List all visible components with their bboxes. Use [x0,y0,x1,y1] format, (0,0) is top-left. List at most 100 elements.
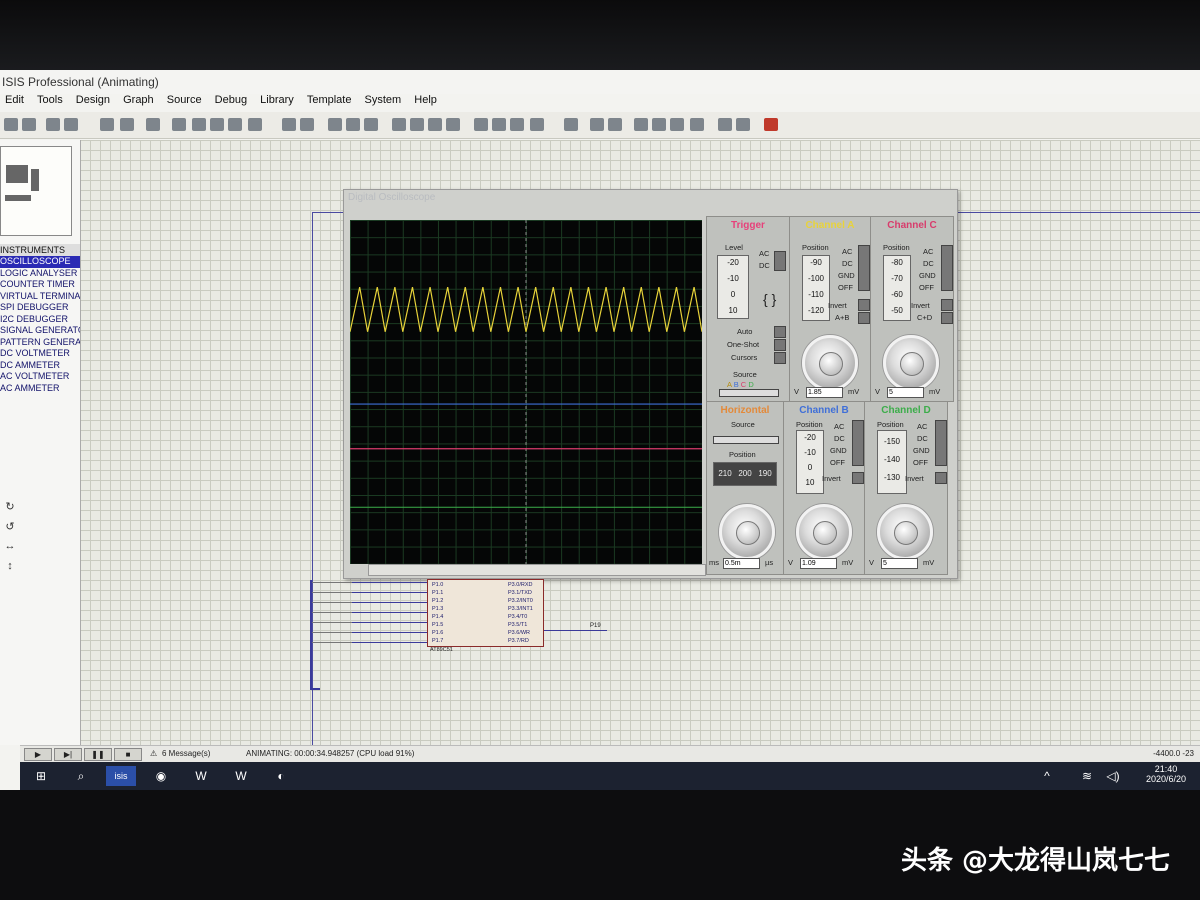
toolbar-tool-icon[interactable] [590,118,604,131]
instrument-item[interactable]: OSCILLOSCOPE [0,256,80,268]
rotate-ccw-icon[interactable]: ↺ [0,520,20,540]
toolbar-tool-icon[interactable] [346,118,360,131]
menu-source[interactable]: Source [162,92,207,108]
pause-button[interactable]: ❚❚ [84,748,112,761]
system-clock[interactable]: 21:40 2020/6/20 [1136,764,1196,784]
menu-library[interactable]: Library [255,92,299,108]
channel-b-position-scale[interactable]: -20 -10 0 10 [796,430,824,494]
channel-a-coupling-switch[interactable] [858,245,870,291]
wps-icon[interactable]: W [186,766,216,786]
mcu-chip[interactable]: P1.0 P1.1 P1.2 P1.3 P1.4 P1.5 P1.6 P1.7 … [427,579,544,647]
source-a[interactable]: A [727,380,732,389]
toolbar-tool-icon[interactable] [670,118,684,131]
channel-c-coupling-switch[interactable] [941,245,953,291]
trigger-coupling-switch[interactable] [774,251,786,271]
media-icon[interactable]: ◐ [266,766,296,786]
instrument-item[interactable]: I2C DEBUGGER [0,314,80,326]
instrument-item[interactable]: DC AMMETER [0,360,80,372]
channel-c-invert-toggle[interactable] [941,299,953,311]
isis-taskbar-icon[interactable]: isis [106,766,136,786]
channel-a-readout[interactable]: 1.85 [806,387,843,398]
toolbar-tool-icon[interactable] [608,118,622,131]
toolbar-tool-icon[interactable] [4,118,18,131]
toolbar-tool-icon[interactable] [492,118,506,131]
trigger-level-scale[interactable]: -20 -10 0 10 [717,255,749,319]
instrument-item[interactable]: VIRTUAL TERMINAL [0,291,80,303]
toolbar-tool-icon[interactable] [428,118,442,131]
menu-help[interactable]: Help [409,92,442,108]
toolbar-tool-icon[interactable] [652,118,666,131]
menu-debug[interactable]: Debug [210,92,252,108]
channel-a-combine-toggle[interactable] [858,312,870,324]
menu-template[interactable]: Template [302,92,357,108]
switch-row[interactable] [312,602,352,603]
toolbar-tool-icon[interactable] [446,118,460,131]
source-d[interactable]: D [748,380,753,389]
switch-row[interactable] [312,642,352,643]
toolbar-tool-icon[interactable] [634,118,648,131]
instrument-item[interactable]: AC VOLTMETER [0,371,80,383]
toolbar-tool-icon[interactable] [210,118,224,131]
toolbar-tool-icon[interactable] [564,118,578,131]
channel-a-invert-toggle[interactable] [858,299,870,311]
oscilloscope-window[interactable]: Digital Oscilloscope Trigger Level -20 -… [343,189,958,579]
channel-a-volts-knob[interactable] [802,335,858,391]
instrument-item[interactable]: LOGIC ANALYSER [0,268,80,280]
volume-icon[interactable]: ◁) [1098,766,1128,786]
channel-b-invert-toggle[interactable] [852,472,864,484]
rotate-cw-icon[interactable]: ↻ [0,500,20,520]
toolbar-tool-icon[interactable] [146,118,160,131]
instrument-item[interactable]: SPI DEBUGGER [0,302,80,314]
source-b[interactable]: B [734,380,739,389]
toolbar-tool-icon[interactable] [64,118,78,131]
toolbar-tool-icon[interactable] [192,118,206,131]
menu-system[interactable]: System [360,92,407,108]
windows-start-icon[interactable]: ⊞ [26,766,56,786]
horizontal-source-slider[interactable] [713,436,779,444]
toolbar-tool-icon[interactable] [690,118,704,131]
toolbar-tool-icon[interactable] [328,118,342,131]
instrument-item[interactable]: AC AMMETER [0,383,80,395]
channel-c-position-scale[interactable]: -80 -70 -60 -50 [883,255,911,321]
toolbar-tool-icon[interactable] [300,118,314,131]
toolbar-tool-icon[interactable] [22,118,36,131]
browser-icon[interactable]: ◉ [146,766,176,786]
channel-c-readout[interactable]: 5 [887,387,924,398]
channel-c-volts-knob[interactable] [883,335,939,391]
source-c[interactable]: C [741,380,746,389]
channel-a-position-scale[interactable]: -90 -100 -110 -120 [802,255,830,321]
switch-row[interactable] [312,622,352,623]
menu-tools[interactable]: Tools [32,92,68,108]
switch-row[interactable] [312,632,352,633]
trigger-auto-toggle[interactable] [774,326,786,338]
channel-d-position-scale[interactable]: -150 -140 -130 [877,430,907,494]
horizontal-scrollbar[interactable] [368,564,706,576]
horizontal-position-scale[interactable]: 210 200 190 [713,462,777,486]
menu-design[interactable]: Design [71,92,115,108]
instrument-item[interactable]: PATTERN GENERATOR [0,337,80,349]
channel-b-volts-knob[interactable] [796,504,852,560]
mirror-v-icon[interactable]: ↕ [0,560,20,580]
chevron-up-icon[interactable]: ^ [1032,766,1062,786]
mirror-h-icon[interactable]: ↔ [0,540,20,560]
trigger-cursors-toggle[interactable] [774,352,786,364]
channel-b-readout[interactable]: 1.09 [800,558,837,569]
toolbar-tool-icon[interactable] [718,118,732,131]
toolbar-tool-icon[interactable] [736,118,750,131]
trigger-edge-icon[interactable]: { } [763,291,776,307]
toolbar-tool-icon[interactable] [764,118,778,131]
switch-row[interactable] [312,612,352,613]
toolbar-tool-icon[interactable] [100,118,114,131]
channel-d-coupling-switch[interactable] [935,420,947,466]
channel-d-readout[interactable]: 5 [881,558,918,569]
horizontal-readout[interactable]: 0.5m [723,558,760,569]
toolbar-tool-icon[interactable] [364,118,378,131]
toolbar-tool-icon[interactable] [410,118,424,131]
instrument-item[interactable]: SIGNAL GENERATOR [0,325,80,337]
toolbar-tool-icon[interactable] [474,118,488,131]
switch-row[interactable] [312,582,352,583]
horizontal-timebase-knob[interactable] [719,504,775,560]
toolbar-tool-icon[interactable] [510,118,524,131]
toolbar-tool-icon[interactable] [46,118,60,131]
search-icon[interactable]: ⌕ [66,766,96,786]
